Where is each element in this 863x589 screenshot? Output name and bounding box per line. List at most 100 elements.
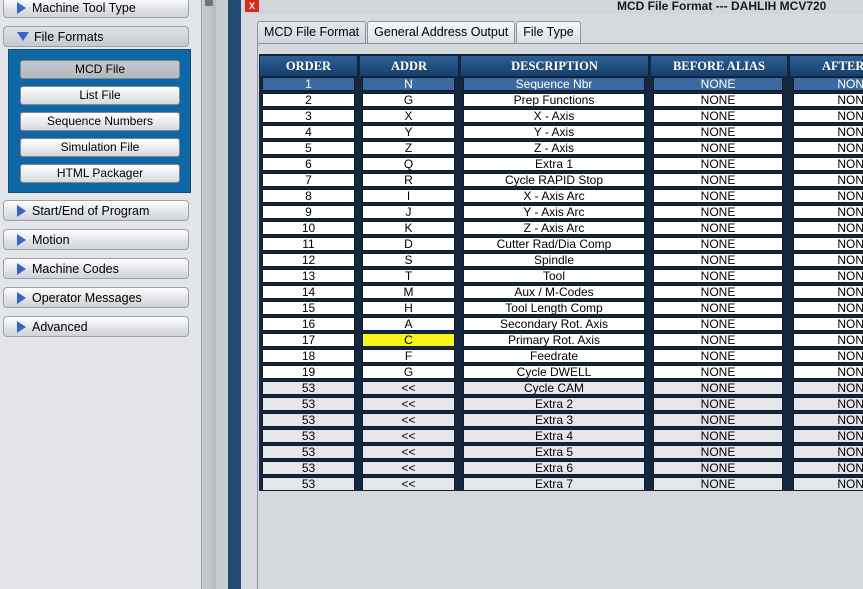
table-row[interactable]: 12 S Spindle NONE NONE [259, 252, 863, 268]
cell-addr[interactable]: << [362, 397, 455, 411]
table-row[interactable]: 53 << Extra 5 NONE NONE [259, 444, 863, 460]
cell-after[interactable]: NONE [793, 317, 863, 331]
cell-after[interactable]: NONE [793, 413, 863, 427]
nav-file-formats[interactable]: File Formats [3, 26, 189, 47]
nav-start-end-program[interactable]: Start/End of Program [3, 200, 189, 221]
table-row[interactable]: 4Y Y - Axis NONE NONE [259, 124, 863, 140]
cell-before-alias[interactable]: NONE [653, 173, 783, 187]
cell-after[interactable]: NONE [793, 221, 863, 235]
table-row[interactable]: 6Q Extra 1 NONE NONE [259, 156, 863, 172]
cell-before-alias[interactable]: NONE [653, 365, 783, 379]
cell-before-alias[interactable]: NONE [653, 253, 783, 267]
cell-addr[interactable]: S [362, 253, 455, 267]
panel-splitter[interactable] [201, 0, 216, 589]
cell-order[interactable]: 53 [262, 397, 355, 411]
cell-description[interactable]: Extra 2 [463, 397, 645, 411]
cell-before-alias[interactable]: NONE [653, 269, 783, 283]
cell-after[interactable]: NONE [793, 285, 863, 299]
cell-order[interactable]: 11 [262, 237, 355, 251]
cell-addr[interactable]: D [362, 237, 455, 251]
column-header-addr[interactable]: ADDR [360, 56, 459, 76]
table-row[interactable]: 7R Cycle RAPID Stop NONE NONE [259, 172, 863, 188]
cell-addr[interactable]: K [362, 221, 455, 235]
cell-addr[interactable]: Y [362, 125, 455, 139]
cell-before-alias[interactable]: NONE [653, 333, 783, 347]
cell-description[interactable]: Extra 7 [463, 477, 645, 491]
cell-addr[interactable]: J [362, 205, 455, 219]
tab-general-address-output[interactable]: General Address Output [367, 21, 516, 43]
cell-description[interactable]: Tool [463, 269, 645, 283]
cell-before-alias[interactable]: NONE [653, 413, 783, 427]
cell-addr[interactable]: M [362, 285, 455, 299]
cell-after[interactable]: NONE [793, 109, 863, 123]
cell-before-alias[interactable]: NONE [653, 301, 783, 315]
cell-before-alias[interactable]: NONE [653, 461, 783, 475]
cell-after[interactable]: NONE [793, 349, 863, 363]
cell-order[interactable]: 12 [262, 253, 355, 267]
table-row[interactable]: 1N Sequence Nbr NONE NONE [259, 76, 863, 92]
cell-order[interactable]: 13 [262, 269, 355, 283]
cell-before-alias[interactable]: NONE [653, 125, 783, 139]
table-row[interactable]: 53 << Extra 7 NONE NONE [259, 476, 863, 491]
cell-order[interactable]: 9 [262, 205, 355, 219]
cell-before-alias[interactable]: NONE [653, 397, 783, 411]
cell-order[interactable]: 18 [262, 349, 355, 363]
cell-after[interactable]: NONE [793, 205, 863, 219]
table-row[interactable]: 16 A Secondary Rot. Axis NONE NONE [259, 316, 863, 332]
cell-addr[interactable]: F [362, 349, 455, 363]
cell-after[interactable]: NONE [793, 237, 863, 251]
cell-order[interactable]: 3 [262, 109, 355, 123]
column-header-order[interactable]: ORDER [260, 56, 358, 76]
sub-item-mcd-file[interactable]: MCD File [20, 60, 180, 79]
cell-description[interactable]: Cutter Rad/Dia Comp [463, 237, 645, 251]
table-row[interactable]: 10 K Z - Axis Arc NONE NONE [259, 220, 863, 236]
table-row[interactable]: 53 << Extra 4 NONE NONE [259, 428, 863, 444]
cell-order[interactable]: 53 [262, 429, 355, 443]
cell-after[interactable]: NONE [793, 125, 863, 139]
cell-order[interactable]: 53 [262, 445, 355, 459]
table-row[interactable]: 53 << Cycle CAM NONE NONE [259, 380, 863, 396]
tab-file-type[interactable]: File Type [516, 21, 581, 43]
cell-description[interactable]: Extra 6 [463, 461, 645, 475]
cell-addr[interactable]: << [362, 429, 455, 443]
cell-description[interactable]: Cycle RAPID Stop [463, 173, 645, 187]
cell-description[interactable]: Sequence Nbr [463, 77, 645, 91]
cell-addr[interactable]: << [362, 461, 455, 475]
cell-after[interactable]: NONE [793, 461, 863, 475]
cell-after[interactable]: NONE [793, 301, 863, 315]
cell-description[interactable]: Primary Rot. Axis [463, 333, 645, 347]
cell-order[interactable]: 10 [262, 221, 355, 235]
cell-before-alias[interactable]: NONE [653, 109, 783, 123]
cell-after[interactable]: NONE [793, 381, 863, 395]
cell-after[interactable]: NONE [793, 189, 863, 203]
cell-before-alias[interactable]: NONE [653, 429, 783, 443]
cell-order[interactable]: 8 [262, 189, 355, 203]
cell-description[interactable]: Extra 1 [463, 157, 645, 171]
table-row[interactable]: 9J Y - Axis Arc NONE NONE [259, 204, 863, 220]
cell-order[interactable]: 15 [262, 301, 355, 315]
cell-description[interactable]: Z - Axis Arc [463, 221, 645, 235]
cell-after[interactable]: NONE [793, 93, 863, 107]
cell-after[interactable]: NONE [793, 365, 863, 379]
cell-after[interactable]: NONE [793, 141, 863, 155]
cell-addr[interactable]: A [362, 317, 455, 331]
cell-description[interactable]: X - Axis Arc [463, 189, 645, 203]
cell-addr[interactable]: << [362, 381, 455, 395]
cell-addr[interactable]: I [362, 189, 455, 203]
cell-order[interactable]: 19 [262, 365, 355, 379]
cell-after[interactable]: NONE [793, 397, 863, 411]
cell-after[interactable]: NONE [793, 333, 863, 347]
table-row[interactable]: 2G Prep Functions NONE NONE [259, 92, 863, 108]
cell-description[interactable]: Aux / M-Codes [463, 285, 645, 299]
column-header-after[interactable]: AFTER [790, 56, 863, 76]
table-row[interactable]: 14 M Aux / M-Codes NONE NONE [259, 284, 863, 300]
cell-addr[interactable]: C [362, 333, 455, 347]
cell-before-alias[interactable]: NONE [653, 381, 783, 395]
cell-addr[interactable]: Z [362, 141, 455, 155]
column-header-before-alias[interactable]: BEFORE ALIAS [651, 56, 788, 76]
table-row[interactable]: 17 C Primary Rot. Axis NONE NONE [259, 332, 863, 348]
cell-order[interactable]: 14 [262, 285, 355, 299]
cell-addr[interactable]: << [362, 413, 455, 427]
table-row[interactable]: 8I X - Axis Arc NONE NONE [259, 188, 863, 204]
cell-description[interactable]: Z - Axis [463, 141, 645, 155]
